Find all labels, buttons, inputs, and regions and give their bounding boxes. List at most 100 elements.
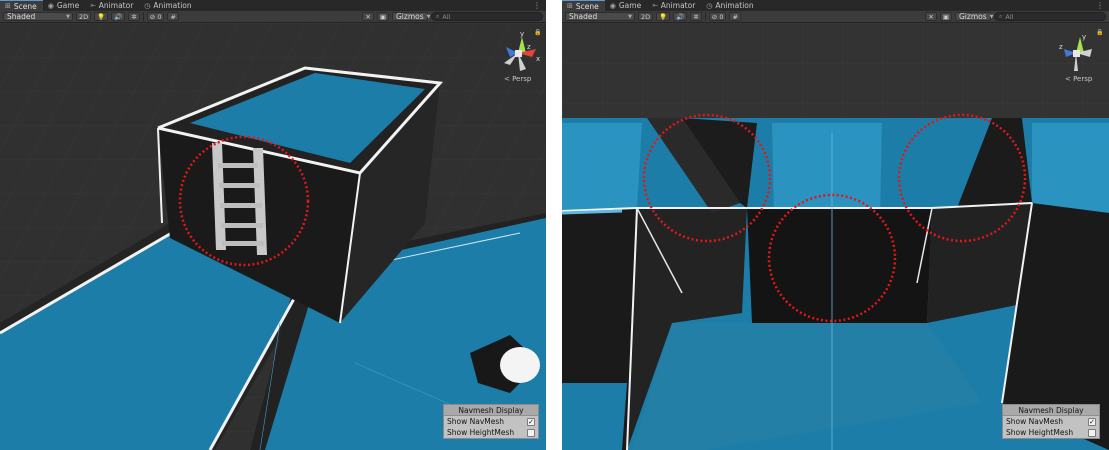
tab-animator[interactable]: ⤜ Animator [647, 0, 701, 11]
navmesh-link-edge [562, 209, 623, 215]
hierarchy-search[interactable]: ⌕ [431, 12, 543, 21]
kebab-menu-icon[interactable]: ⋮ [528, 0, 546, 11]
y-axis-label: y [520, 30, 524, 38]
effects-icon[interactable]: ✲ [690, 12, 702, 21]
speaker-icon[interactable]: 🔊 [111, 12, 126, 21]
tab-label: Scene [575, 1, 599, 11]
hidden-count: 0 [157, 12, 162, 21]
gizmos-label: Gizmos [396, 12, 424, 21]
show-navmesh-checkbox[interactable]: ✓ [527, 417, 535, 426]
navmesh-display-panel: Navmesh Display Show NavMesh ✓ Show Heigh… [1002, 404, 1100, 439]
tab-bar: ⊞ Scene ◉ Game ⤜ Animator ◷ Animation ⋮ [0, 0, 546, 11]
navmesh-lower-left [562, 383, 627, 450]
z-axis-label: z [1059, 43, 1063, 51]
scene-view-left: ⊞ Scene ◉ Game ⤜ Animator ◷ Animation ⋮ Shad… [0, 0, 546, 450]
x-axis-label: x [536, 55, 540, 63]
animation-clock-icon: ◷ [144, 1, 151, 10]
y-axis-label: y [1082, 33, 1086, 41]
speaker-icon[interactable]: 🔊 [673, 12, 688, 21]
chevron-down-icon: ▼ [426, 13, 431, 20]
chevron-down-icon: ▼ [66, 13, 70, 20]
lock-icon[interactable]: 🔒 [1096, 29, 1103, 36]
show-navmesh-label: Show NavMesh [447, 417, 505, 426]
search-icon: ⌕ [999, 12, 1003, 20]
search-input[interactable] [1005, 12, 1101, 21]
projection-label[interactable]: < Persp [1065, 75, 1092, 83]
scene-render [562, 23, 1109, 450]
scene-viewport[interactable]: y z 🔒 < Persp Navmesh Display Show NavMe… [562, 23, 1109, 450]
tab-label: Animation [715, 1, 754, 10]
toolbar-divider [142, 12, 144, 21]
mode-2d-toggle[interactable]: 2D [76, 12, 92, 21]
tab-animator[interactable]: ⤜ Animator [85, 0, 139, 11]
gizmos-dropdown[interactable]: Gizmos ▼ [392, 12, 431, 21]
tab-animation[interactable]: ◷ Animation [139, 0, 197, 11]
projection-label[interactable]: < Persp [504, 75, 531, 83]
grid-toggle-icon[interactable]: # [729, 12, 741, 21]
shading-mode-dropdown[interactable]: Shaded ▼ [565, 12, 635, 21]
search-input[interactable] [442, 12, 538, 21]
animator-icon: ⤜ [90, 1, 96, 9]
gizmos-dropdown[interactable]: Gizmos ▼ [955, 12, 994, 21]
show-heightmesh-row[interactable]: Show HeightMesh [444, 427, 538, 438]
shading-mode-label: Shaded [7, 12, 36, 21]
lock-icon[interactable]: 🔒 [534, 29, 541, 36]
gamepad-icon: ◉ [47, 1, 54, 10]
z-axis-label: z [527, 43, 531, 51]
lightbulb-icon[interactable]: 💡 [94, 12, 109, 21]
show-navmesh-label: Show NavMesh [1006, 417, 1064, 426]
tab-label: Scene [13, 1, 37, 11]
scene-toolbar: Shaded ▼ 2D 💡 🔊 ✲ ⊘ 0 # ✕ ▣ Gizmos ▼ ⌕ [562, 11, 1109, 23]
hidden-count: 0 [719, 12, 724, 21]
eye-slash-icon: ⊘ [149, 12, 156, 21]
center-wall [747, 208, 932, 323]
player-capsule [500, 347, 540, 383]
grid-toggle-icon[interactable]: # [167, 12, 179, 21]
tab-game[interactable]: ◉ Game [605, 0, 647, 11]
scene-viewport[interactable]: y x z 🔒 < Persp Navmesh Display Show Nav… [0, 23, 546, 450]
navmesh-display-panel: Navmesh Display Show NavMesh ✓ Show Heigh… [443, 404, 539, 439]
tab-label: Game [56, 1, 80, 10]
shading-mode-dropdown[interactable]: Shaded ▼ [3, 12, 73, 21]
scene-toolbar: Shaded ▼ 2D 💡 🔊 ✲ ⊘ 0 # ✕ ▣ Gizmos ▼ ⌕ [0, 11, 546, 23]
show-heightmesh-label: Show HeightMesh [447, 428, 515, 437]
gamepad-icon: ◉ [609, 1, 616, 10]
show-heightmesh-checkbox[interactable] [527, 428, 535, 437]
eye-slash-icon: ⊘ [711, 12, 718, 21]
hidden-objects-toggle[interactable]: ⊘ 0 [708, 12, 727, 21]
tools-icon[interactable]: ✕ [362, 12, 374, 21]
tab-label: Game [618, 1, 642, 10]
show-navmesh-row[interactable]: Show NavMesh ✓ [444, 416, 538, 427]
scene-render [0, 23, 546, 450]
grid-icon: ⊞ [5, 2, 11, 10]
animation-clock-icon: ◷ [706, 1, 713, 10]
tools-icon[interactable]: ✕ [925, 12, 937, 21]
navmesh-display-title: Navmesh Display [444, 405, 538, 416]
gizmo-center-cube[interactable] [515, 50, 522, 57]
hierarchy-search[interactable]: ⌕ [994, 12, 1106, 21]
chevron-down-icon: ▼ [989, 13, 994, 20]
navmesh-right-ledge [1032, 123, 1109, 213]
tab-animation[interactable]: ◷ Animation [701, 0, 759, 11]
camera-icon[interactable]: ▣ [939, 12, 952, 21]
mode-2d-toggle[interactable]: 2D [638, 12, 654, 21]
show-heightmesh-row[interactable]: Show HeightMesh [1003, 427, 1099, 438]
navmesh-display-title: Navmesh Display [1003, 405, 1099, 416]
show-heightmesh-checkbox[interactable] [1088, 428, 1096, 437]
hidden-objects-toggle[interactable]: ⊘ 0 [146, 12, 165, 21]
show-heightmesh-label: Show HeightMesh [1006, 428, 1074, 437]
kebab-menu-icon[interactable]: ⋮ [1091, 0, 1109, 11]
tab-scene[interactable]: ⊞ Scene [562, 0, 605, 11]
lightbulb-icon[interactable]: 💡 [656, 12, 671, 21]
tab-label: Animation [153, 1, 192, 10]
show-navmesh-row[interactable]: Show NavMesh ✓ [1003, 416, 1099, 427]
effects-icon[interactable]: ✲ [128, 12, 140, 21]
toolbar-divider [704, 12, 706, 21]
tab-label: Animator [98, 1, 134, 10]
camera-icon[interactable]: ▣ [376, 12, 389, 21]
gizmo-center-cube[interactable] [1073, 50, 1080, 57]
tab-scene[interactable]: ⊞ Scene [0, 0, 43, 11]
chevron-down-icon: ▼ [628, 13, 632, 20]
tab-game[interactable]: ◉ Game [43, 0, 85, 11]
show-navmesh-checkbox[interactable]: ✓ [1088, 417, 1096, 426]
